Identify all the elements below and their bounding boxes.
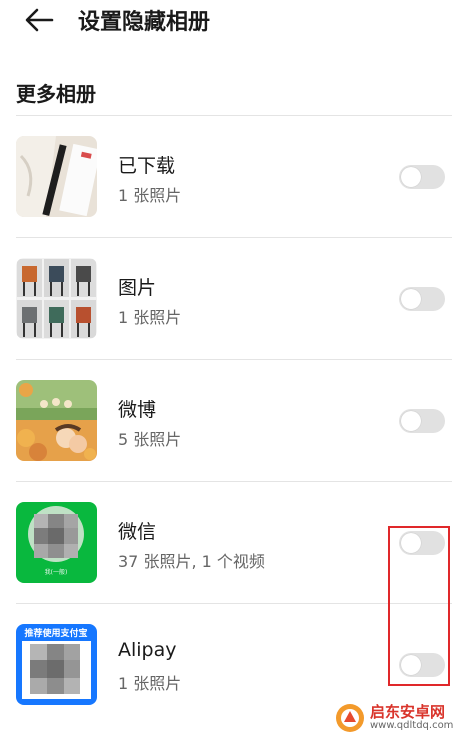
top-bar: 设置隐藏相册 [0, 0, 462, 44]
album-name: 图片 [118, 277, 157, 299]
thumb-caption: 我(一般) [45, 568, 68, 576]
hide-toggle[interactable] [399, 165, 445, 189]
album-count: 37 张照片, 1 个视频 [118, 552, 265, 571]
album-name: 微博 [118, 399, 157, 421]
thumb-banner: 推荐使用支付宝 [24, 627, 87, 639]
watermark-logo-icon [336, 704, 364, 732]
section-title: 更多相册 [16, 82, 96, 106]
toggle-knob [401, 411, 421, 431]
album-row-pictures[interactable]: 图片 1 张照片 [0, 238, 462, 360]
watermark-text: 启东安卓网 [370, 703, 446, 721]
hide-toggle[interactable] [399, 409, 445, 433]
toggle-knob [401, 167, 421, 187]
album-thumbnail: 推荐使用支付宝 [16, 624, 97, 705]
toggle-knob [401, 289, 421, 309]
album-row-weibo[interactable]: 微博 5 张照片 [0, 360, 462, 482]
watermark: 启东安卓网 www.qdltdq.com [332, 700, 460, 736]
album-count: 1 张照片 [118, 674, 182, 693]
album-row-downloads[interactable]: 已下载 1 张照片 [0, 116, 462, 238]
album-name: Alipay [118, 639, 177, 661]
album-count: 1 张照片 [118, 308, 182, 327]
album-count: 1 张照片 [118, 186, 182, 205]
album-name: 已下载 [118, 155, 176, 177]
watermark-url: www.qdltdq.com [370, 720, 454, 731]
highlight-annotation-box [388, 526, 450, 686]
album-thumbnail: 我(一般) [16, 502, 97, 583]
album-name: 微信 [118, 521, 157, 543]
album-thumbnail [16, 258, 97, 339]
arrow-left-icon[interactable] [22, 6, 56, 34]
album-thumbnail [16, 380, 97, 461]
hide-toggle[interactable] [399, 287, 445, 311]
page-title: 设置隐藏相册 [78, 10, 211, 35]
album-thumbnail [16, 136, 97, 217]
album-count: 5 张照片 [118, 430, 182, 449]
